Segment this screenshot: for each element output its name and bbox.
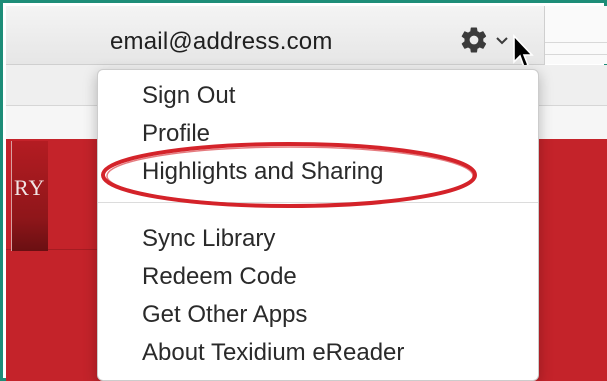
book-cover[interactable]: RY xyxy=(11,141,48,251)
menu-separator xyxy=(98,202,538,203)
menu-item-get-other-apps[interactable]: Get Other Apps xyxy=(142,301,307,329)
chevron-down-icon[interactable] xyxy=(496,36,508,46)
book-cover-text: RY xyxy=(14,175,46,200)
gear-icon[interactable] xyxy=(459,25,489,55)
menu-item-about[interactable]: About Texidium eReader xyxy=(142,339,404,367)
screenshot-frame: email@address.com RY Sign Out Profile Hi… xyxy=(0,0,607,381)
menu-item-highlights-and-sharing[interactable]: Highlights and Sharing xyxy=(142,158,384,186)
account-email[interactable]: email@address.com xyxy=(110,28,333,56)
menu-item-profile[interactable]: Profile xyxy=(142,120,210,148)
account-dropdown-menu: Sign Out Profile Highlights and Sharing … xyxy=(97,69,539,381)
menu-item-sign-out[interactable]: Sign Out xyxy=(142,82,235,110)
toolbar-right-edge xyxy=(545,6,607,64)
menu-item-redeem-code[interactable]: Redeem Code xyxy=(142,263,297,291)
menu-item-sync-library[interactable]: Sync Library xyxy=(142,225,275,253)
top-toolbar: email@address.com xyxy=(6,6,545,69)
